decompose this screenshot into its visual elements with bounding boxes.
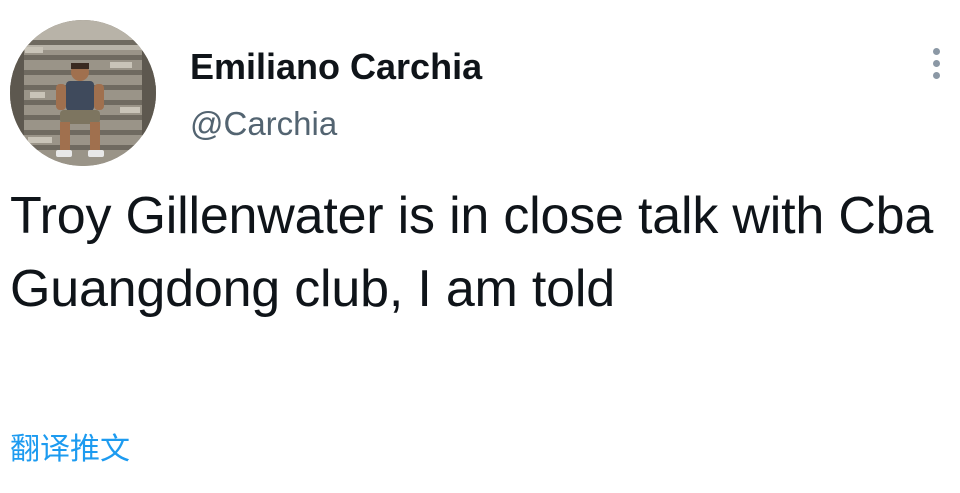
translate-tweet-link[interactable]: 翻译推文: [10, 424, 130, 468]
avatar-photo: [10, 20, 156, 166]
author-handle[interactable]: @Carchia: [190, 105, 337, 143]
tweet-text: Troy Gillenwater is in close talk with C…: [10, 187, 934, 318]
more-dot: [933, 60, 940, 67]
more-dot: [933, 72, 940, 79]
more-vertical-icon[interactable]: [920, 44, 952, 84]
more-dot: [933, 48, 940, 55]
avatar[interactable]: [10, 20, 156, 166]
author-display-name[interactable]: Emiliano Carchia: [190, 46, 482, 88]
